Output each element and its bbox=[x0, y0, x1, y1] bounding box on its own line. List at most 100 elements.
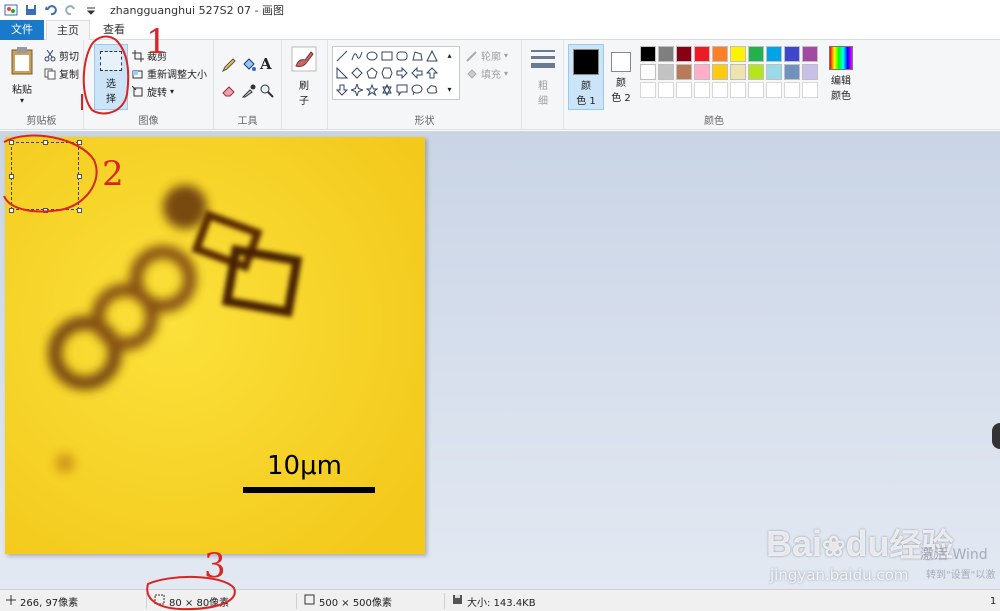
palette-swatch[interactable] bbox=[658, 64, 674, 80]
magnifier-tool[interactable] bbox=[260, 84, 274, 98]
edit-colors-button[interactable]: 编辑 颜色 bbox=[824, 46, 858, 102]
edit-colors-label-2: 颜色 bbox=[831, 91, 851, 102]
custom-color-slot[interactable] bbox=[730, 82, 746, 98]
custom-color-slot[interactable] bbox=[658, 82, 674, 98]
palette-swatch[interactable] bbox=[676, 64, 692, 80]
cut-button[interactable]: 剪切 bbox=[44, 48, 79, 63]
selection-handle-n[interactable] bbox=[43, 140, 48, 145]
palette-swatch[interactable] bbox=[640, 46, 656, 62]
oval-callout-icon[interactable] bbox=[410, 83, 423, 96]
redo-icon[interactable] bbox=[64, 3, 78, 17]
rect-callout-icon[interactable] bbox=[395, 83, 408, 96]
resize-label: 重新调整大小 bbox=[147, 70, 207, 81]
rounded-rectangle-shape-icon[interactable] bbox=[395, 49, 408, 62]
fill-button[interactable]: 填充 ▾ bbox=[466, 66, 508, 81]
eraser-tool[interactable] bbox=[222, 84, 235, 97]
selection-handle-nw[interactable] bbox=[9, 140, 14, 145]
rotate-button[interactable]: 旋转 ▾ bbox=[131, 84, 174, 99]
text-tool[interactable]: A bbox=[260, 55, 272, 73]
down-arrow-shape-icon[interactable] bbox=[335, 83, 348, 96]
six-point-star-icon[interactable] bbox=[380, 83, 393, 96]
palette-swatch[interactable] bbox=[694, 46, 710, 62]
diamond-shape-icon[interactable] bbox=[350, 66, 363, 79]
paint-app-icon[interactable] bbox=[4, 3, 18, 17]
size-group: 粗 细 bbox=[522, 40, 564, 130]
custom-color-slot[interactable] bbox=[676, 82, 692, 98]
selection-handle-w[interactable] bbox=[9, 174, 14, 179]
outline-button[interactable]: 轮廓 ▾ bbox=[466, 48, 508, 63]
selection-handle-s[interactable] bbox=[43, 208, 48, 213]
color1-button[interactable]: 颜 色 1 bbox=[568, 44, 604, 110]
palette-swatch[interactable] bbox=[784, 46, 800, 62]
save-icon[interactable] bbox=[24, 3, 38, 17]
selection-handle-ne[interactable] bbox=[77, 140, 82, 145]
left-arrow-shape-icon[interactable] bbox=[410, 66, 423, 79]
five-point-star-icon[interactable] bbox=[365, 83, 378, 96]
four-point-star-icon[interactable] bbox=[350, 83, 363, 96]
palette-swatch[interactable] bbox=[802, 64, 818, 80]
color2-button[interactable]: 颜 色 2 bbox=[606, 44, 636, 104]
brushes-button[interactable]: 刷 子 bbox=[288, 46, 320, 107]
resize-button[interactable]: 重新调整大小 bbox=[132, 66, 207, 81]
shapes-scroll-icon[interactable]: ▴ bbox=[443, 49, 456, 62]
custom-color-slot[interactable] bbox=[694, 82, 710, 98]
palette-swatch[interactable] bbox=[676, 46, 692, 62]
edge-scroll-button[interactable] bbox=[992, 423, 1000, 449]
selection-rectangle[interactable] bbox=[9, 140, 82, 213]
pencil-tool[interactable] bbox=[221, 58, 236, 73]
color-picker-tool[interactable] bbox=[241, 84, 256, 98]
cut-label: 剪切 bbox=[59, 52, 79, 63]
palette-swatch[interactable] bbox=[640, 64, 656, 80]
custom-color-slot[interactable] bbox=[766, 82, 782, 98]
tools-group-label: 工具 bbox=[237, 116, 258, 127]
selection-handle-se[interactable] bbox=[77, 208, 82, 213]
palette-swatch[interactable] bbox=[748, 64, 764, 80]
color1-label-1: 颜 bbox=[581, 81, 591, 92]
up-arrow-shape-icon[interactable] bbox=[425, 66, 438, 79]
custom-color-slot[interactable] bbox=[748, 82, 764, 98]
copy-button[interactable]: 复制 bbox=[44, 66, 79, 81]
palette-swatch[interactable] bbox=[712, 46, 728, 62]
selection-handle-sw[interactable] bbox=[9, 208, 14, 213]
oval-shape-icon[interactable] bbox=[365, 49, 378, 62]
right-arrow-shape-icon[interactable] bbox=[395, 66, 408, 79]
polygon-shape-icon[interactable] bbox=[410, 49, 423, 62]
select-button[interactable]: 选 择 bbox=[94, 44, 128, 110]
scissors-icon bbox=[44, 49, 56, 62]
size-button[interactable]: 粗 细 bbox=[527, 48, 559, 107]
palette-swatch[interactable] bbox=[712, 64, 728, 80]
palette-swatch[interactable] bbox=[766, 46, 782, 62]
custom-color-slot[interactable] bbox=[640, 82, 656, 98]
palette-swatch[interactable] bbox=[730, 46, 746, 62]
palette-swatch[interactable] bbox=[694, 64, 710, 80]
customize-toolbar-icon[interactable] bbox=[84, 3, 98, 17]
palette-swatch[interactable] bbox=[658, 46, 674, 62]
image-canvas[interactable]: 10μm bbox=[5, 137, 425, 554]
curve-shape-icon[interactable] bbox=[350, 49, 363, 62]
tab-home[interactable]: 主页 bbox=[46, 20, 90, 41]
selection-handle-e[interactable] bbox=[77, 174, 82, 179]
paste-button[interactable]: 粘贴 ▾ bbox=[6, 46, 38, 105]
hexagon-shape-icon[interactable] bbox=[380, 66, 393, 79]
fill-tool[interactable] bbox=[242, 58, 256, 71]
tab-view[interactable]: 查看 bbox=[92, 20, 136, 41]
custom-color-slot[interactable] bbox=[802, 82, 818, 98]
palette-swatch[interactable] bbox=[748, 46, 764, 62]
right-triangle-shape-icon[interactable] bbox=[335, 66, 348, 79]
line-shape-icon[interactable] bbox=[335, 49, 348, 62]
pentagon-shape-icon[interactable] bbox=[365, 66, 378, 79]
cloud-callout-icon[interactable] bbox=[425, 83, 438, 96]
tab-file[interactable]: 文件 bbox=[0, 20, 44, 40]
palette-swatch[interactable] bbox=[766, 64, 782, 80]
undo-icon[interactable] bbox=[44, 3, 58, 17]
shapes-gallery[interactable]: ▴ ▾ bbox=[332, 46, 460, 100]
palette-swatch[interactable] bbox=[784, 64, 800, 80]
rectangle-shape-icon[interactable] bbox=[380, 49, 393, 62]
triangle-shape-icon[interactable] bbox=[425, 49, 438, 62]
shapes-expand-icon[interactable]: ▾ bbox=[443, 83, 456, 96]
palette-swatch[interactable] bbox=[802, 46, 818, 62]
custom-color-slot[interactable] bbox=[712, 82, 728, 98]
palette-swatch[interactable] bbox=[730, 64, 746, 80]
custom-color-slot[interactable] bbox=[784, 82, 800, 98]
annotation-number-3: 3 bbox=[204, 546, 226, 586]
